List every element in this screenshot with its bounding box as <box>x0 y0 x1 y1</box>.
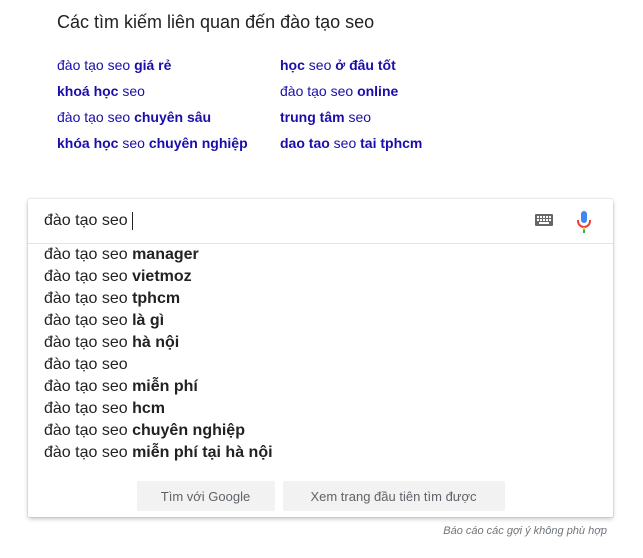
related-searches: Các tìm kiếm liên quan đến đào tạo seo đ… <box>57 10 617 156</box>
search-input-row: đào tạo seo <box>28 199 613 244</box>
suggestion-item[interactable]: đào tạo seo miễn phí <box>28 376 613 398</box>
related-search-bold-part: giá rẻ <box>134 57 172 73</box>
related-search-bold-part: dao tao <box>280 135 330 151</box>
suggestion-prefix: đào tạo seo <box>44 334 133 351</box>
suggestion-completion: miễn phí tại hà nội <box>132 444 273 461</box>
related-search-bold-part: khoá học <box>57 83 119 99</box>
suggestion-item[interactable]: đào tạo seo vietmoz <box>28 266 613 288</box>
related-search-part: seo <box>344 109 372 125</box>
search-buttons: Tìm với Google Xem trang đầu tiên tìm đư… <box>28 481 613 511</box>
related-search-link[interactable]: khoá học seo <box>57 78 280 104</box>
related-search-part: đào tạo seo <box>57 57 135 73</box>
suggestion-prefix: đào tạo seo <box>44 356 128 373</box>
related-search-link[interactable]: trung tâm seo <box>280 104 503 130</box>
search-query-text: đào tạo seo <box>44 212 128 229</box>
suggestion-completion: hà nội <box>132 334 180 351</box>
feeling-lucky-button[interactable]: Xem trang đầu tiên tìm được <box>282 481 505 511</box>
search-autocomplete-box: đào tạo seo đào tạo seo manager đào tạo s… <box>28 199 613 517</box>
related-search-part: seo <box>304 57 336 73</box>
related-search-bold-part: khóa học <box>57 135 119 151</box>
suggestion-prefix: đào tạo seo <box>44 378 133 395</box>
suggestion-completion: tphcm <box>132 290 181 307</box>
search-input[interactable]: đào tạo seo <box>44 210 133 232</box>
related-search-part: seo <box>118 83 145 99</box>
google-search-button[interactable]: Tìm với Google <box>136 481 275 511</box>
suggestion-completion: là gì <box>132 312 165 329</box>
related-search-bold-part: trung tâm <box>280 109 345 125</box>
related-search-bold-part: tai tphcm <box>360 135 423 151</box>
suggestion-prefix: đào tạo seo <box>44 268 133 285</box>
suggestion-completion: chuyên nghiệp <box>132 422 245 439</box>
suggestion-item[interactable]: đào tạo seo manager <box>28 244 613 266</box>
related-search-link[interactable]: học seo ở đâu tốt <box>280 52 503 78</box>
suggestion-prefix: đào tạo seo <box>44 312 133 329</box>
suggestion-completion: vietmoz <box>132 268 192 285</box>
suggestion-completion: miễn phí <box>132 378 198 395</box>
suggestion-item[interactable]: đào tạo seo miễn phí tại hà nội <box>28 442 613 464</box>
related-search-bold-part: chuyên sâu <box>134 109 212 125</box>
related-searches-title: Các tìm kiếm liên quan đến đào tạo seo <box>57 12 375 32</box>
related-search-part: đào tạo seo <box>57 109 135 125</box>
related-search-link[interactable]: đào tạo seo giá rẻ <box>57 52 280 78</box>
suggestion-prefix: đào tạo seo <box>44 290 133 307</box>
related-searches-grid: đào tạo seo giá rẻ học seo ở đâu tốt khoá … <box>57 52 617 156</box>
related-search-link[interactable]: đào tạo seo online <box>280 78 503 104</box>
suggestion-item[interactable]: đào tạo seo hcm <box>28 398 613 420</box>
related-search-link[interactable]: đào tạo seo chuyên sâu <box>57 104 280 130</box>
suggestion-completion: manager <box>132 246 199 263</box>
microphone-icon[interactable] <box>576 210 592 234</box>
suggestion-prefix: đào tạo seo <box>44 422 133 439</box>
related-search-link[interactable]: dao tao seo tai tphcm <box>280 130 503 156</box>
suggestion-list: đào tạo seo manager đào tạo seo vietmoz đà… <box>28 244 613 464</box>
suggestion-item[interactable]: đào tạo seo chuyên nghiệp <box>28 420 613 442</box>
related-search-part: đào tạo seo <box>280 83 358 99</box>
keyboard-icon[interactable] <box>535 214 553 226</box>
text-caret <box>131 212 133 230</box>
suggestion-completion: hcm <box>132 400 165 417</box>
suggestion-item[interactable]: đào tạo seo là gì <box>28 310 613 332</box>
related-search-bold-part: chuyên nghiệp <box>148 135 248 151</box>
related-search-bold-part: online <box>357 83 399 99</box>
related-search-link[interactable]: khóa học seo chuyên nghiệp <box>57 130 280 156</box>
suggestion-item[interactable]: đào tạo seo <box>28 354 613 376</box>
related-search-part: seo <box>118 135 149 151</box>
suggestion-prefix: đào tạo seo <box>44 400 133 417</box>
related-search-part: seo <box>329 135 361 151</box>
related-search-bold-part: học <box>280 57 305 73</box>
suggestion-prefix: đào tạo seo <box>44 246 133 263</box>
related-search-bold-part: ở đâu tốt <box>335 57 396 73</box>
suggestion-prefix: đào tạo seo <box>44 444 133 461</box>
suggestion-item[interactable]: đào tạo seo hà nội <box>28 332 613 354</box>
suggestion-item[interactable]: đào tạo seo tphcm <box>28 288 613 310</box>
report-suggestions-link[interactable]: Báo cáo các gợi ý không phù hợp <box>443 525 607 537</box>
